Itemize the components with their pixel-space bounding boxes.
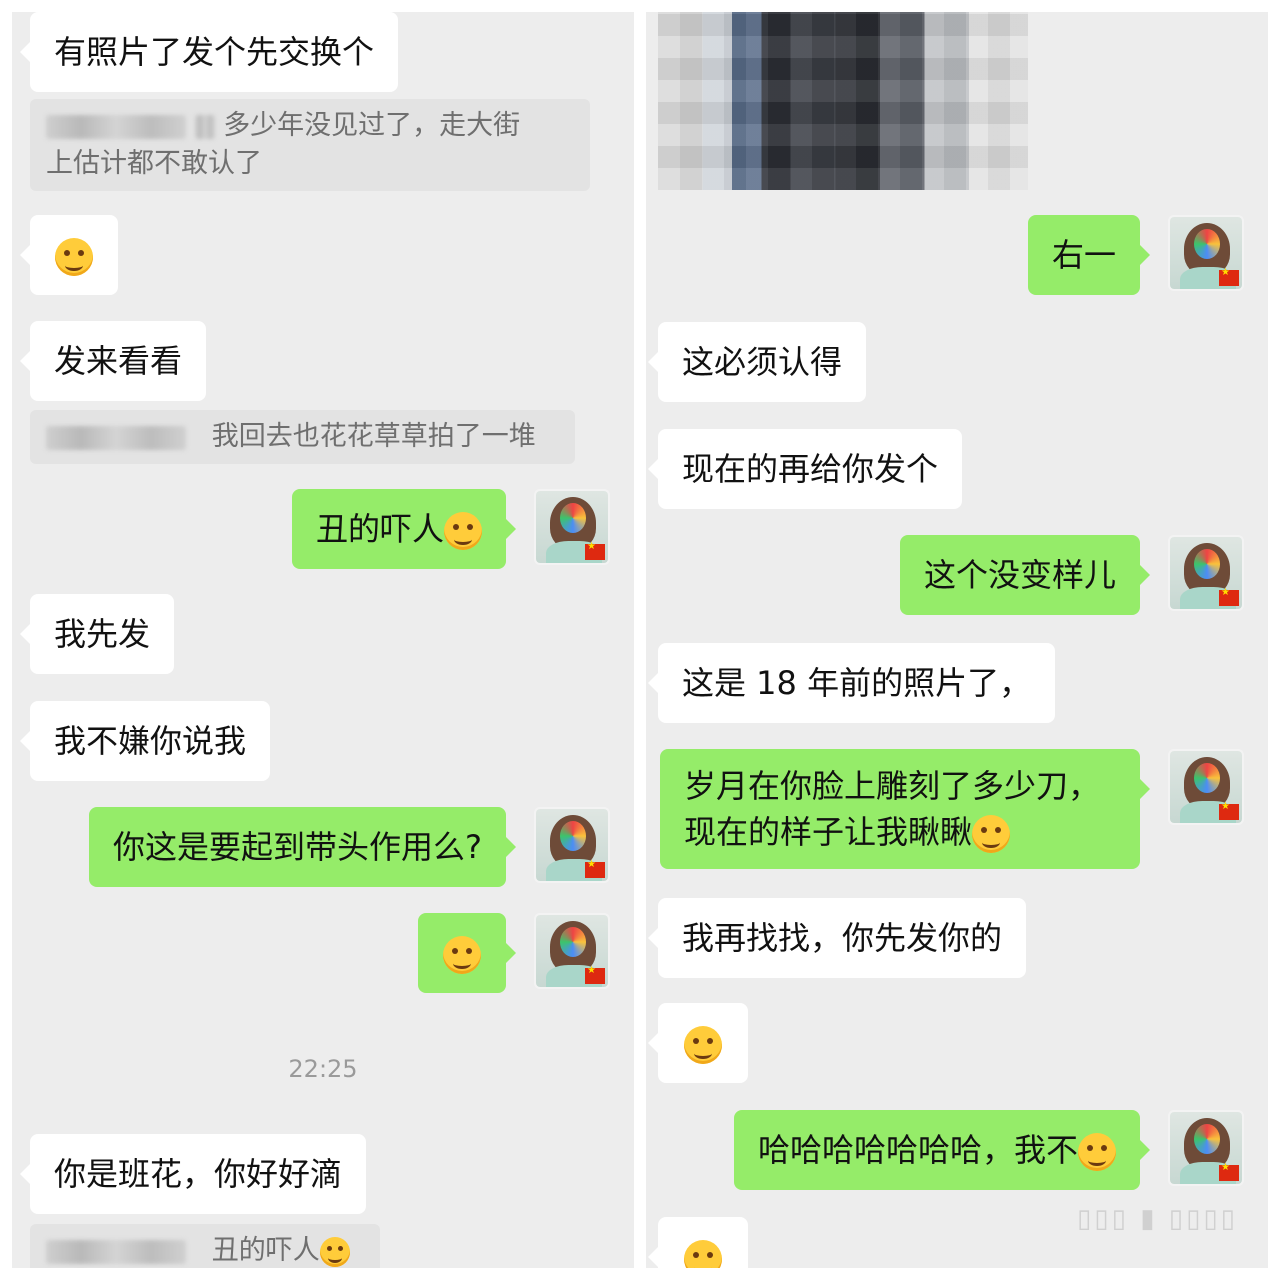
avatar[interactable] [534,807,610,883]
china-flag-icon [585,965,605,984]
message-text: 现在的样子让我瞅瞅 [684,813,973,851]
blurred-name [194,114,215,139]
quote-text: 我回去也花花草草拍了一堆 [211,421,536,452]
sent-message[interactable]: 右一 [1027,215,1151,295]
received-message[interactable]: 现在的再给你发个 [647,429,963,509]
blurred-name [46,114,186,139]
flushed-emoji-icon [444,512,482,550]
sent-message[interactable] [418,913,516,993]
message-text: 发来看看 [54,342,183,380]
quote-text: 多少年没见过了，走大街 [223,110,521,141]
blurred-name [46,425,186,450]
timestamp: 22:25 [288,1055,358,1083]
message-text: 有照片了发个先交换个 [54,33,375,71]
message-text: 这是 18 年前的照片了， [682,664,1032,702]
message-text: 哈哈哈哈哈哈哈，我不 [757,1131,1078,1169]
china-flag-icon [1219,801,1239,820]
message-text: 右一 [1051,236,1116,274]
sent-message[interactable]: 丑的吓人 [291,489,517,569]
blurred-name [46,1239,186,1264]
received-message[interactable] [648,1003,748,1083]
avatar[interactable] [1168,749,1244,825]
sent-message[interactable]: 岁月在你脸上雕刻了多少刀， 现在的样子让我瞅瞅 [660,749,1150,869]
quoted-message[interactable]: 我回去也花花草草拍了一堆 [30,410,575,464]
avatar[interactable] [534,489,610,565]
quote-text: 上估计都不敢认了 [46,148,262,179]
flushed-emoji-icon [684,1240,722,1268]
flushed-emoji-icon [1078,1133,1116,1171]
received-message[interactable]: 有照片了发个先交换个 [19,12,399,92]
china-flag-icon [585,859,605,878]
message-text: 你是班花，你好好滴 [54,1155,343,1193]
right-chat-panel: 右一 这必须认得 现在的再给你发个 这个没变样儿 这是 18 年前的照片了， 岁… [646,12,1268,1268]
received-message[interactable]: 发来看看 [19,321,207,401]
received-message[interactable] [20,215,118,295]
avatar[interactable] [534,913,610,989]
received-message[interactable]: 我再找找，你先发你的 [647,898,1027,978]
message-text: 这必须认得 [682,343,843,381]
china-flag-icon [585,541,605,560]
message-text: 岁月在你脸上雕刻了多少刀， [684,767,1101,805]
message-text: 丑的吓人 [315,510,444,548]
avatar[interactable] [1168,1110,1244,1186]
quoted-message[interactable]: 丑的吓人 [30,1224,380,1268]
avatar[interactable] [1168,535,1244,611]
avatar[interactable] [1168,215,1244,291]
received-message[interactable]: 你是班花，你好好滴 [19,1134,367,1214]
watermark: ▯▯▯ ▮ ▯▯▯▯ [1077,1204,1238,1234]
message-text: 我先发 [54,615,151,653]
received-message[interactable]: 我先发 [19,594,175,674]
china-flag-icon [1219,587,1239,606]
message-text: 现在的再给你发个 [682,450,939,488]
message-text: 我不嫌你说我 [54,722,247,760]
flushed-emoji-icon [972,815,1011,853]
sent-message[interactable]: 这个没变样儿 [899,535,1151,615]
flushed-emoji-icon [319,1236,350,1267]
received-message[interactable]: 我不嫌你说我 [19,701,271,781]
sent-message[interactable]: 你这是要起到带头作用么? [89,807,516,887]
tears-of-joy-emoji-icon [443,936,481,974]
received-message[interactable]: 这是 18 年前的照片了， [647,643,1056,723]
blurred-photo[interactable] [658,12,1028,190]
message-text: 我再找找，你先发你的 [682,919,1003,957]
quoted-message[interactable]: 多少年没见过了，走大街 上估计都不敢认了 [30,99,590,191]
left-chat-panel: 有照片了发个先交换个 多少年没见过了，走大街 上估计都不敢认了 发来看看 我回去… [12,12,634,1268]
china-flag-icon [1219,1162,1239,1181]
received-message[interactable] [648,1217,748,1268]
message-text: 这个没变样儿 [923,556,1116,594]
smile-emoji-icon [684,1026,722,1064]
quote-text: 丑的吓人 [211,1235,320,1266]
message-text: 你这是要起到带头作用么? [113,828,482,866]
sent-message[interactable]: 哈哈哈哈哈哈哈，我不 [733,1110,1151,1190]
thinking-face-emoji-icon [55,238,93,276]
china-flag-icon [1219,267,1239,286]
received-message[interactable]: 这必须认得 [647,322,867,402]
